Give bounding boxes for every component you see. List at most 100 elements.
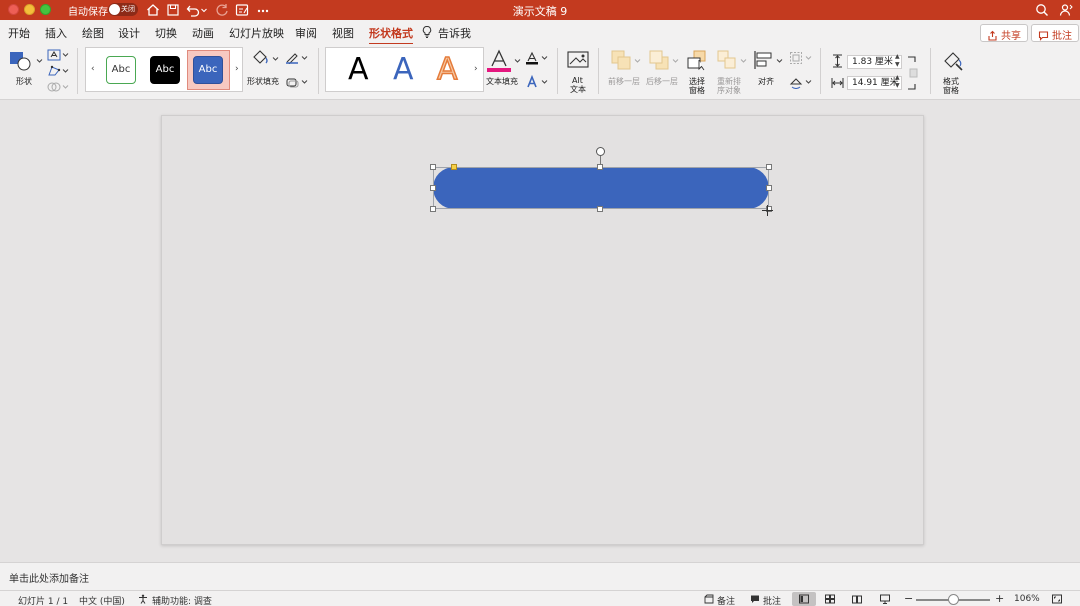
shapes-icon[interactable] [8, 50, 34, 72]
comments-button[interactable]: 批注 [1031, 24, 1079, 42]
redo-icon[interactable] [214, 2, 230, 18]
group-objects-icon[interactable] [789, 51, 803, 65]
rotate-icon[interactable] [789, 75, 803, 89]
adjust-handle[interactable] [451, 164, 457, 170]
resize-handle-top-right[interactable] [766, 164, 772, 170]
resize-handle-right[interactable] [766, 185, 772, 191]
align-icon[interactable] [752, 49, 774, 71]
gallery-prev-icon[interactable]: ‹ [91, 64, 95, 74]
text-outline-icon[interactable] [525, 51, 539, 65]
notes-pane[interactable]: 单击此处添加备注 [0, 562, 1080, 590]
home-icon[interactable] [145, 2, 161, 18]
present-icon[interactable] [234, 2, 250, 18]
tab-review[interactable]: 审阅 [295, 25, 317, 41]
wordart-gallery-next-icon[interactable]: › [474, 64, 478, 74]
lock-aspect-ratio-icon[interactable] [907, 55, 919, 91]
share-button[interactable]: 共享 [980, 24, 1028, 42]
shape-fill-icon[interactable] [250, 49, 270, 67]
tab-transitions[interactable]: 切换 [155, 25, 177, 41]
autosave-toggle[interactable]: 关闭 [108, 3, 138, 16]
wordart-style-orange-outline[interactable]: A [436, 53, 458, 87]
text-effects-dropdown-icon[interactable] [541, 79, 548, 85]
tab-design[interactable]: 设计 [118, 25, 140, 41]
shape-effects-dropdown-icon[interactable] [301, 79, 308, 85]
width-decrement-icon[interactable]: ▼ [895, 83, 900, 89]
align-dropdown-icon[interactable] [776, 58, 783, 64]
rotate-dropdown-icon[interactable] [805, 79, 812, 85]
shape-style-fill-blue[interactable]: Abc [193, 56, 223, 84]
format-pane-icon[interactable] [941, 49, 965, 73]
window-minimize-button[interactable] [24, 4, 35, 15]
tab-view[interactable]: 视图 [332, 25, 354, 41]
bring-forward-dropdown-icon[interactable] [634, 58, 641, 64]
send-backward-dropdown-icon[interactable] [672, 58, 679, 64]
shape-effects-icon[interactable] [285, 76, 299, 88]
normal-view-icon[interactable] [799, 594, 809, 604]
undo-dropdown-icon[interactable] [200, 2, 208, 18]
alt-text-icon[interactable] [566, 49, 590, 71]
comments-toggle-icon[interactable] [750, 594, 760, 604]
gallery-next-icon[interactable]: › [235, 64, 239, 74]
text-box-dropdown-icon[interactable] [62, 52, 69, 58]
notes-placeholder[interactable]: 单击此处添加备注 [9, 570, 89, 585]
fit-to-window-icon[interactable] [1052, 594, 1062, 604]
resize-handle-top[interactable] [597, 164, 603, 170]
shapes-dropdown-icon[interactable] [36, 58, 43, 64]
shape-width-input[interactable]: 14.91 厘米 [847, 76, 902, 90]
group-dropdown-icon[interactable] [805, 55, 812, 61]
shape-style-fill-black[interactable]: Abc [150, 56, 180, 84]
text-outline-dropdown-icon[interactable] [541, 55, 548, 61]
shape-fill-dropdown-icon[interactable] [272, 56, 279, 62]
rotation-handle[interactable] [596, 147, 605, 156]
text-box-icon[interactable] [47, 49, 61, 61]
tab-home[interactable]: 开始 [8, 25, 30, 41]
shape-height-input[interactable]: 1.83 厘米 [847, 55, 902, 69]
tab-animations[interactable]: 动画 [192, 25, 214, 41]
comments-toggle-label[interactable]: 批注 [763, 594, 781, 606]
reorder-dropdown-icon[interactable] [740, 58, 747, 64]
shape-outline-icon[interactable] [285, 52, 299, 64]
slide-sorter-view-icon[interactable] [825, 594, 835, 604]
edit-shape-dropdown-icon[interactable] [62, 68, 69, 74]
send-backward-icon[interactable] [648, 49, 670, 71]
accessibility-icon[interactable] [138, 594, 148, 604]
shape-outline-dropdown-icon[interactable] [301, 55, 308, 61]
width-increment-icon[interactable]: ▲ [895, 75, 900, 81]
save-icon[interactable] [165, 2, 181, 18]
reorder-objects-icon[interactable] [716, 49, 738, 71]
text-effects-icon[interactable] [525, 75, 539, 89]
tab-draw[interactable]: 绘图 [82, 25, 104, 41]
account-icon[interactable] [1058, 2, 1074, 18]
accessibility-status[interactable]: 辅助功能: 调查 [152, 594, 212, 606]
wordart-style-blue[interactable]: A [393, 54, 414, 86]
resize-handle-bottom[interactable] [597, 206, 603, 212]
tab-insert[interactable]: 插入 [45, 25, 67, 41]
merge-shapes-dropdown-icon[interactable] [62, 84, 69, 90]
bring-forward-icon[interactable] [610, 49, 632, 71]
resize-handle-left[interactable] [430, 185, 436, 191]
height-decrement-icon[interactable]: ▼ [895, 62, 900, 68]
wordart-style-black[interactable]: A [348, 54, 369, 86]
shape-styles-gallery[interactable]: ‹ Abc Abc Abc › [85, 47, 243, 92]
merge-shapes-icon[interactable] [47, 81, 61, 93]
window-zoom-button[interactable] [40, 4, 51, 15]
undo-icon[interactable] [185, 2, 201, 18]
wordart-styles-gallery[interactable]: A A A › [325, 47, 484, 92]
search-icon[interactable] [1034, 2, 1050, 18]
shape-style-outline-green[interactable]: Abc [106, 56, 136, 84]
resize-handle-top-left[interactable] [430, 164, 436, 170]
notes-toggle-icon[interactable] [704, 594, 714, 604]
slideshow-view-icon[interactable] [880, 594, 890, 604]
lightbulb-icon[interactable] [421, 25, 433, 39]
window-close-button[interactable] [8, 4, 19, 15]
reading-view-icon[interactable] [852, 594, 862, 604]
edit-shape-icon[interactable] [47, 65, 61, 77]
text-fill-icon[interactable] [486, 48, 512, 74]
zoom-in-icon[interactable]: + [995, 592, 1004, 605]
zoom-slider-knob[interactable] [948, 594, 959, 605]
tab-shape-format[interactable]: 形状格式 [369, 25, 413, 46]
language-status[interactable]: 中文 (中国) [79, 594, 125, 606]
zoom-level[interactable]: 106% [1014, 594, 1040, 604]
tab-slideshow[interactable]: 幻灯片放映 [229, 25, 284, 41]
zoom-out-icon[interactable]: − [904, 592, 913, 605]
